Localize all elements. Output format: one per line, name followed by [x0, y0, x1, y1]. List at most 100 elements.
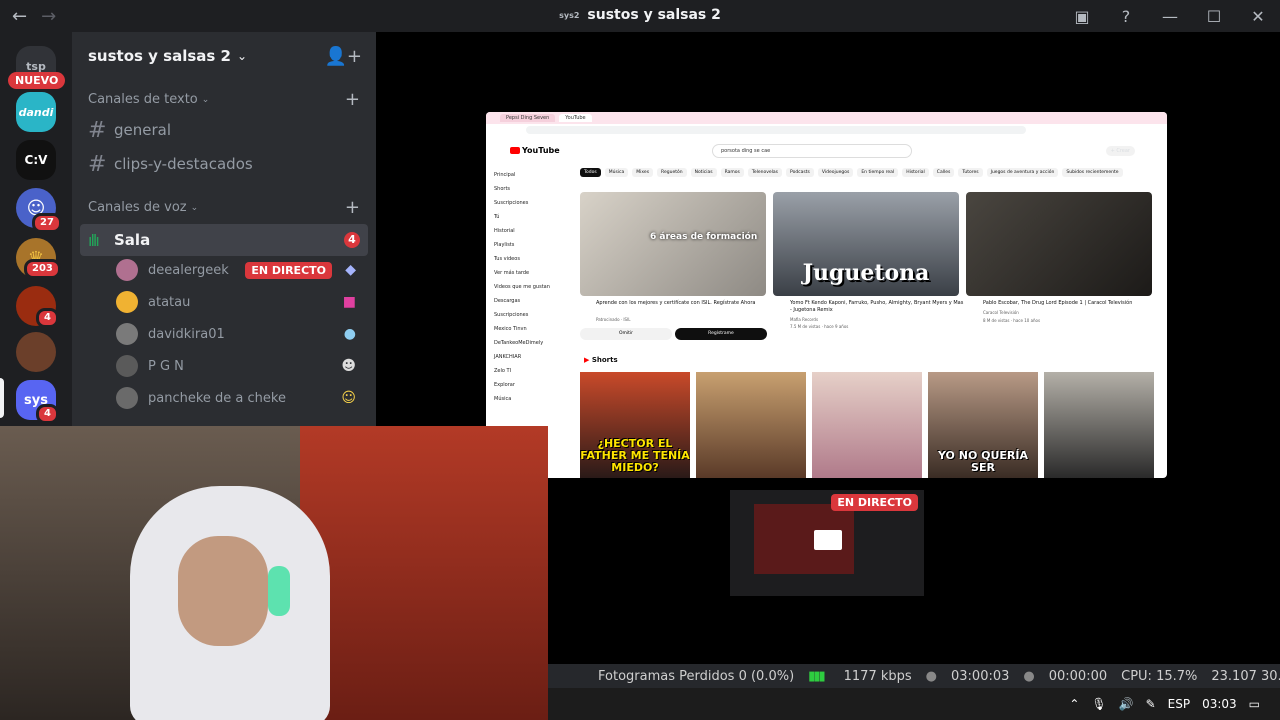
inbox-icon[interactable]: ▣ — [1060, 7, 1104, 26]
new-badge: NUEVO — [8, 72, 66, 89]
video-meta: 8 M de vistas · hace 10 años — [983, 318, 1041, 323]
chip: Tutores — [958, 168, 983, 177]
nav-item: Ver más tarde — [494, 270, 530, 276]
chip: Calles — [932, 168, 955, 177]
voice-member[interactable]: atatau ■ — [116, 287, 360, 317]
video-meta: 7.5 M de vistas · hace 9 años — [790, 324, 849, 329]
chevron-down-icon: ⌄ — [201, 94, 210, 105]
rec-dot-icon: ● — [1023, 668, 1035, 684]
thumb-text: 6 áreas de formación — [650, 232, 758, 242]
nav-item: Tú — [494, 214, 500, 220]
server-badge: 4 — [36, 404, 59, 424]
chip: Mixes — [632, 168, 654, 177]
short-thumb — [1044, 372, 1154, 478]
server-abbr: C:V — [24, 153, 48, 167]
chat-bubble-icon: ● — [343, 326, 356, 342]
language-indicator[interactable]: ESP — [1168, 697, 1190, 711]
member-name: davidkira01 — [148, 326, 225, 342]
red-curtain — [300, 426, 548, 720]
face — [178, 536, 268, 646]
server-badge: 4 — [36, 308, 59, 328]
chip: Noticias — [690, 168, 717, 177]
help-icon[interactable]: ? — [1104, 7, 1148, 26]
voice-member[interactable]: P G N ☻ — [116, 351, 360, 381]
server-header[interactable]: sustos y salsas 2 ⌄ 👤+ — [72, 32, 376, 80]
voice-member[interactable]: pancheke de a cheke ☺ — [116, 383, 360, 413]
headset-light — [268, 566, 290, 616]
youtube-logo: YouTube — [510, 146, 560, 155]
voice-count-badge: 4 — [344, 232, 360, 248]
nav-item: Shorts — [494, 186, 511, 192]
nav-item: Explorar — [494, 382, 515, 388]
chip: Música — [604, 168, 629, 177]
short-thumb: ¿HECTOR EL FATHER ME TENÍA MIEDO? — [580, 372, 690, 478]
browser-tabs: Pepsi Ding Seven YouTube — [486, 112, 1167, 124]
pen-icon[interactable]: ✎ — [1146, 697, 1156, 711]
thumb-text: Juguetona — [802, 260, 930, 286]
video-title: Aprende con los mejores y certifícate co… — [596, 300, 756, 306]
voice-category[interactable]: Canales de voz ⌄ + — [88, 197, 360, 218]
chip: Telenovelas — [747, 168, 783, 177]
channel-label: clips-y-destacados — [114, 155, 253, 173]
short-caption: YO NO QUERÍA SER — [937, 449, 1028, 474]
notification-icon[interactable]: ▭ — [1249, 697, 1260, 711]
category-label: Canales de voz — [88, 200, 187, 215]
chip: En tiempo real — [857, 168, 899, 177]
server-dandi[interactable]: dandi — [16, 92, 56, 132]
add-channel-icon[interactable]: + — [345, 89, 360, 110]
video-channel: Caracol Televisión — [983, 310, 1019, 315]
microphone-icon[interactable]: 🎙 — [1091, 697, 1106, 711]
stream-preview[interactable]: EN DIRECTO — [730, 490, 924, 596]
nav-item: Mexico Tinvn — [494, 326, 527, 332]
chip: Juegos de aventura y acción — [986, 168, 1059, 177]
channel-general[interactable]: # general — [88, 114, 368, 146]
window-title-text: sustos y salsas 2 — [587, 7, 721, 23]
voice-member[interactable]: deealergeek EN DIRECTO ◆ — [116, 255, 360, 285]
live-badge: EN DIRECTO — [831, 494, 918, 511]
browser-tab: YouTube — [559, 114, 592, 122]
channel-clips[interactable]: # clips-y-destacados — [88, 148, 368, 180]
controller-icon: ■ — [342, 294, 356, 310]
url-field — [526, 126, 1026, 134]
member-name: pancheke de a cheke — [148, 390, 286, 406]
gamepad-icon: ◆ — [345, 262, 356, 278]
video-thumbnail: Juguetona — [773, 192, 959, 296]
close-icon[interactable]: ✕ — [1236, 7, 1280, 26]
speaker-icon[interactable]: 🔊 — [1119, 697, 1134, 711]
server-avatar-7[interactable] — [16, 332, 56, 372]
video-title: Yomo Ft Kendo Kaponi, Farruko, Pusho, Al… — [790, 300, 964, 313]
short-thumb — [696, 372, 806, 478]
maximize-icon[interactable]: ☐ — [1192, 7, 1236, 26]
voice-active-icon: ıllı — [88, 230, 100, 250]
server-abbr: dandi — [18, 105, 54, 119]
short-thumb: YO NO QUERÍA SER — [928, 372, 1038, 478]
add-channel-icon[interactable]: + — [345, 197, 360, 218]
nav-item: Suscripciones — [494, 312, 529, 318]
server-mini-icon: sys2 — [559, 10, 580, 20]
channel-sidebar: sustos y salsas 2 ⌄ 👤+ Canales de texto … — [72, 32, 376, 426]
fps: 23.107 30.00 FPS — [1211, 668, 1280, 684]
titlebar-controls: ▣ ? — ☐ ✕ — [1060, 0, 1280, 32]
text-category[interactable]: Canales de texto ⌄ + — [88, 89, 360, 110]
screen-share[interactable]: Pepsi Ding Seven YouTube YouTube porsota… — [486, 112, 1167, 478]
live-badge[interactable]: EN DIRECTO — [245, 261, 332, 279]
hash-icon: # — [88, 151, 107, 177]
omit-button: Omitir — [580, 328, 672, 340]
nav-item: Playlists — [494, 242, 515, 248]
clock[interactable]: 03:03 — [1202, 697, 1237, 711]
chip: Ramos — [720, 168, 744, 177]
shorts-label: Shorts — [591, 356, 618, 364]
minimize-icon[interactable]: — — [1148, 7, 1192, 26]
voice-channel-sala[interactable]: ıllı Sala 4 — [80, 224, 368, 256]
avatar — [116, 259, 138, 281]
server-name: sustos y salsas 2 — [88, 47, 231, 65]
chevron-up-icon[interactable]: ⌃ — [1069, 697, 1079, 711]
video-channel: Patrocinado · ISIL — [596, 317, 631, 322]
browser-tab: Pepsi Ding Seven — [500, 114, 556, 122]
add-member-icon[interactable]: 👤+ — [325, 46, 363, 67]
server-cv[interactable]: C:V — [16, 140, 56, 180]
voice-member[interactable]: davidkira01 ● — [116, 319, 360, 349]
create-button: + Crear — [1105, 146, 1135, 156]
video-title: Pablo Escobar, The Drug Lord Episode 1 |… — [983, 300, 1133, 306]
address-bar — [486, 124, 1167, 136]
